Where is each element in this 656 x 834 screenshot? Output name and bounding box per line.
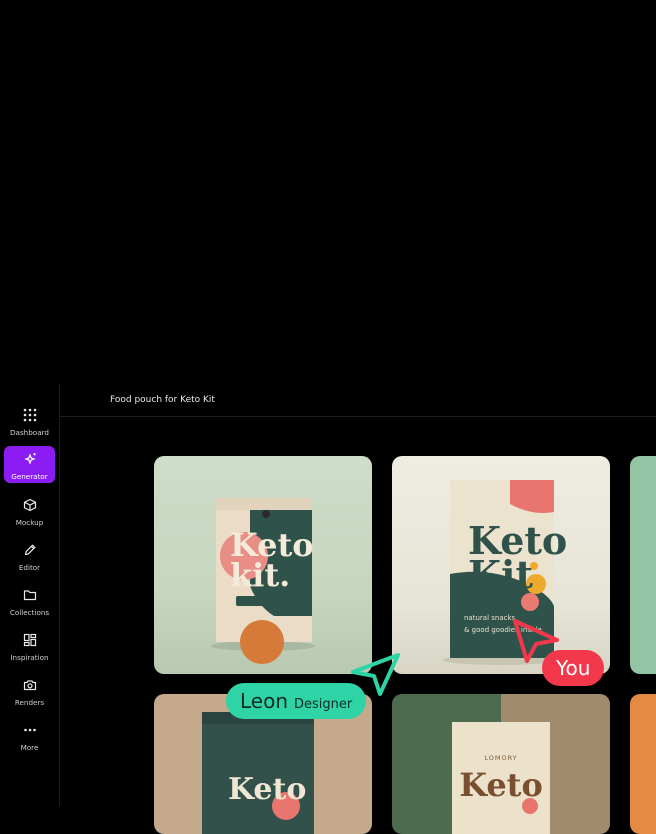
brand-text: Keto: [228, 772, 307, 807]
top-bar: Food pouch for Keto Kit: [60, 384, 656, 417]
sidebar-item-inspiration[interactable]: Inspiration: [4, 627, 55, 667]
brand-text: Kit: [468, 552, 534, 597]
sidebar-item-collections[interactable]: Collections: [4, 582, 55, 622]
camera-icon: [23, 675, 37, 695]
brand-small: LOMORY: [484, 754, 518, 762]
you-cursor-tag: You: [542, 650, 605, 686]
cursor-name: You: [556, 656, 591, 680]
ellipsis-icon: [23, 720, 37, 740]
mockup-card[interactable]: [630, 456, 656, 674]
box-icon: [23, 495, 37, 515]
sidebar-item-label: Editor: [18, 563, 41, 572]
sidebar-item-more[interactable]: More: [4, 717, 55, 757]
layout-icon: [23, 630, 37, 650]
brand-text: Keto: [459, 766, 543, 804]
sidebar-item-label: Inspiration: [10, 653, 49, 662]
cursor-role: Designer: [294, 696, 353, 712]
mockup-card[interactable]: Keto kit.: [154, 456, 372, 674]
pouch-label: Keto kit.: [230, 529, 314, 594]
folder-icon: [23, 585, 37, 605]
pouch-image: [452, 722, 550, 834]
sidebar-item-label: Renders: [14, 698, 45, 707]
sidebar-item-label: Mockup: [15, 518, 44, 527]
mockup-card[interactable]: [630, 694, 656, 834]
mockup-card[interactable]: LOMORY Keto: [392, 694, 610, 834]
brand-text: kit.: [230, 556, 291, 594]
sidebar-item-editor[interactable]: Editor: [4, 537, 55, 577]
sidebar-item-renders[interactable]: Renders: [4, 672, 55, 712]
sidebar: Dashboard Generator Mockup Editor Collec…: [0, 384, 60, 806]
sidebar-item-label: Dashboard: [10, 428, 49, 437]
leon-cursor-tag: Leon Designer: [226, 683, 367, 719]
sidebar-item-mockup[interactable]: Mockup: [4, 492, 55, 532]
cursor-name: Leon: [240, 689, 289, 713]
dots-grid-icon: [23, 405, 37, 425]
sidebar-item-label: Generator: [11, 472, 48, 481]
pencil-icon: [23, 540, 37, 560]
sidebar-item-generator[interactable]: Generator: [4, 446, 55, 483]
sidebar-item-label: Collections: [9, 608, 50, 617]
sparkle-icon: [23, 449, 37, 469]
page-title: Food pouch for Keto Kit: [110, 395, 215, 405]
mockup-card[interactable]: Keto Kit natural snacks & good goodies i…: [392, 456, 610, 674]
sidebar-item-dashboard[interactable]: Dashboard: [4, 402, 55, 442]
sidebar-item-label: More: [20, 743, 39, 752]
pouch-label: Keto Kit: [468, 522, 567, 597]
